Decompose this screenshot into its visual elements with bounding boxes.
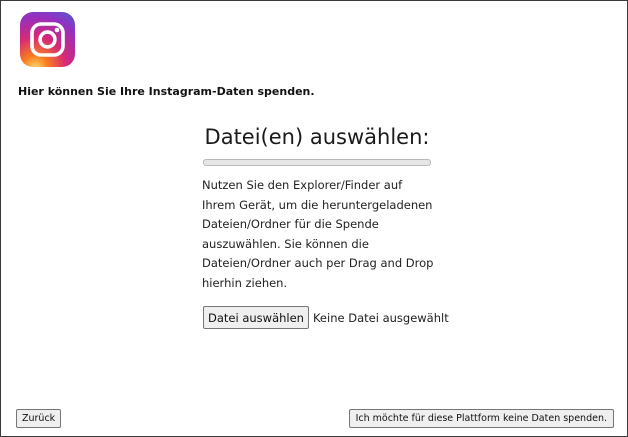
instagram-logo-icon — [20, 12, 75, 67]
upload-panel[interactable]: Datei(en) auswählen: Nutzen Sie den Expl… — [201, 121, 449, 329]
upload-title: Datei(en) auswählen: — [204, 125, 430, 149]
choose-file-button[interactable]: Datei auswählen — [203, 306, 309, 329]
file-picker: Datei auswählen Keine Datei ausgewählt — [203, 306, 449, 329]
intro-text: Hier können Sie Ihre Instagram-Daten spe… — [18, 85, 315, 98]
back-button[interactable]: Zurück — [16, 409, 62, 428]
decline-donation-button[interactable]: Ich möchte für diese Plattform keine Dat… — [348, 409, 614, 428]
file-status-text: Keine Datei ausgewählt — [312, 310, 449, 325]
upload-progress-bar — [203, 159, 431, 166]
upload-instructions: Nutzen Sie den Explorer/Finder auf Ihrem… — [202, 178, 434, 290]
donation-window: Hier können Sie Ihre Instagram-Daten spe… — [0, 0, 628, 437]
